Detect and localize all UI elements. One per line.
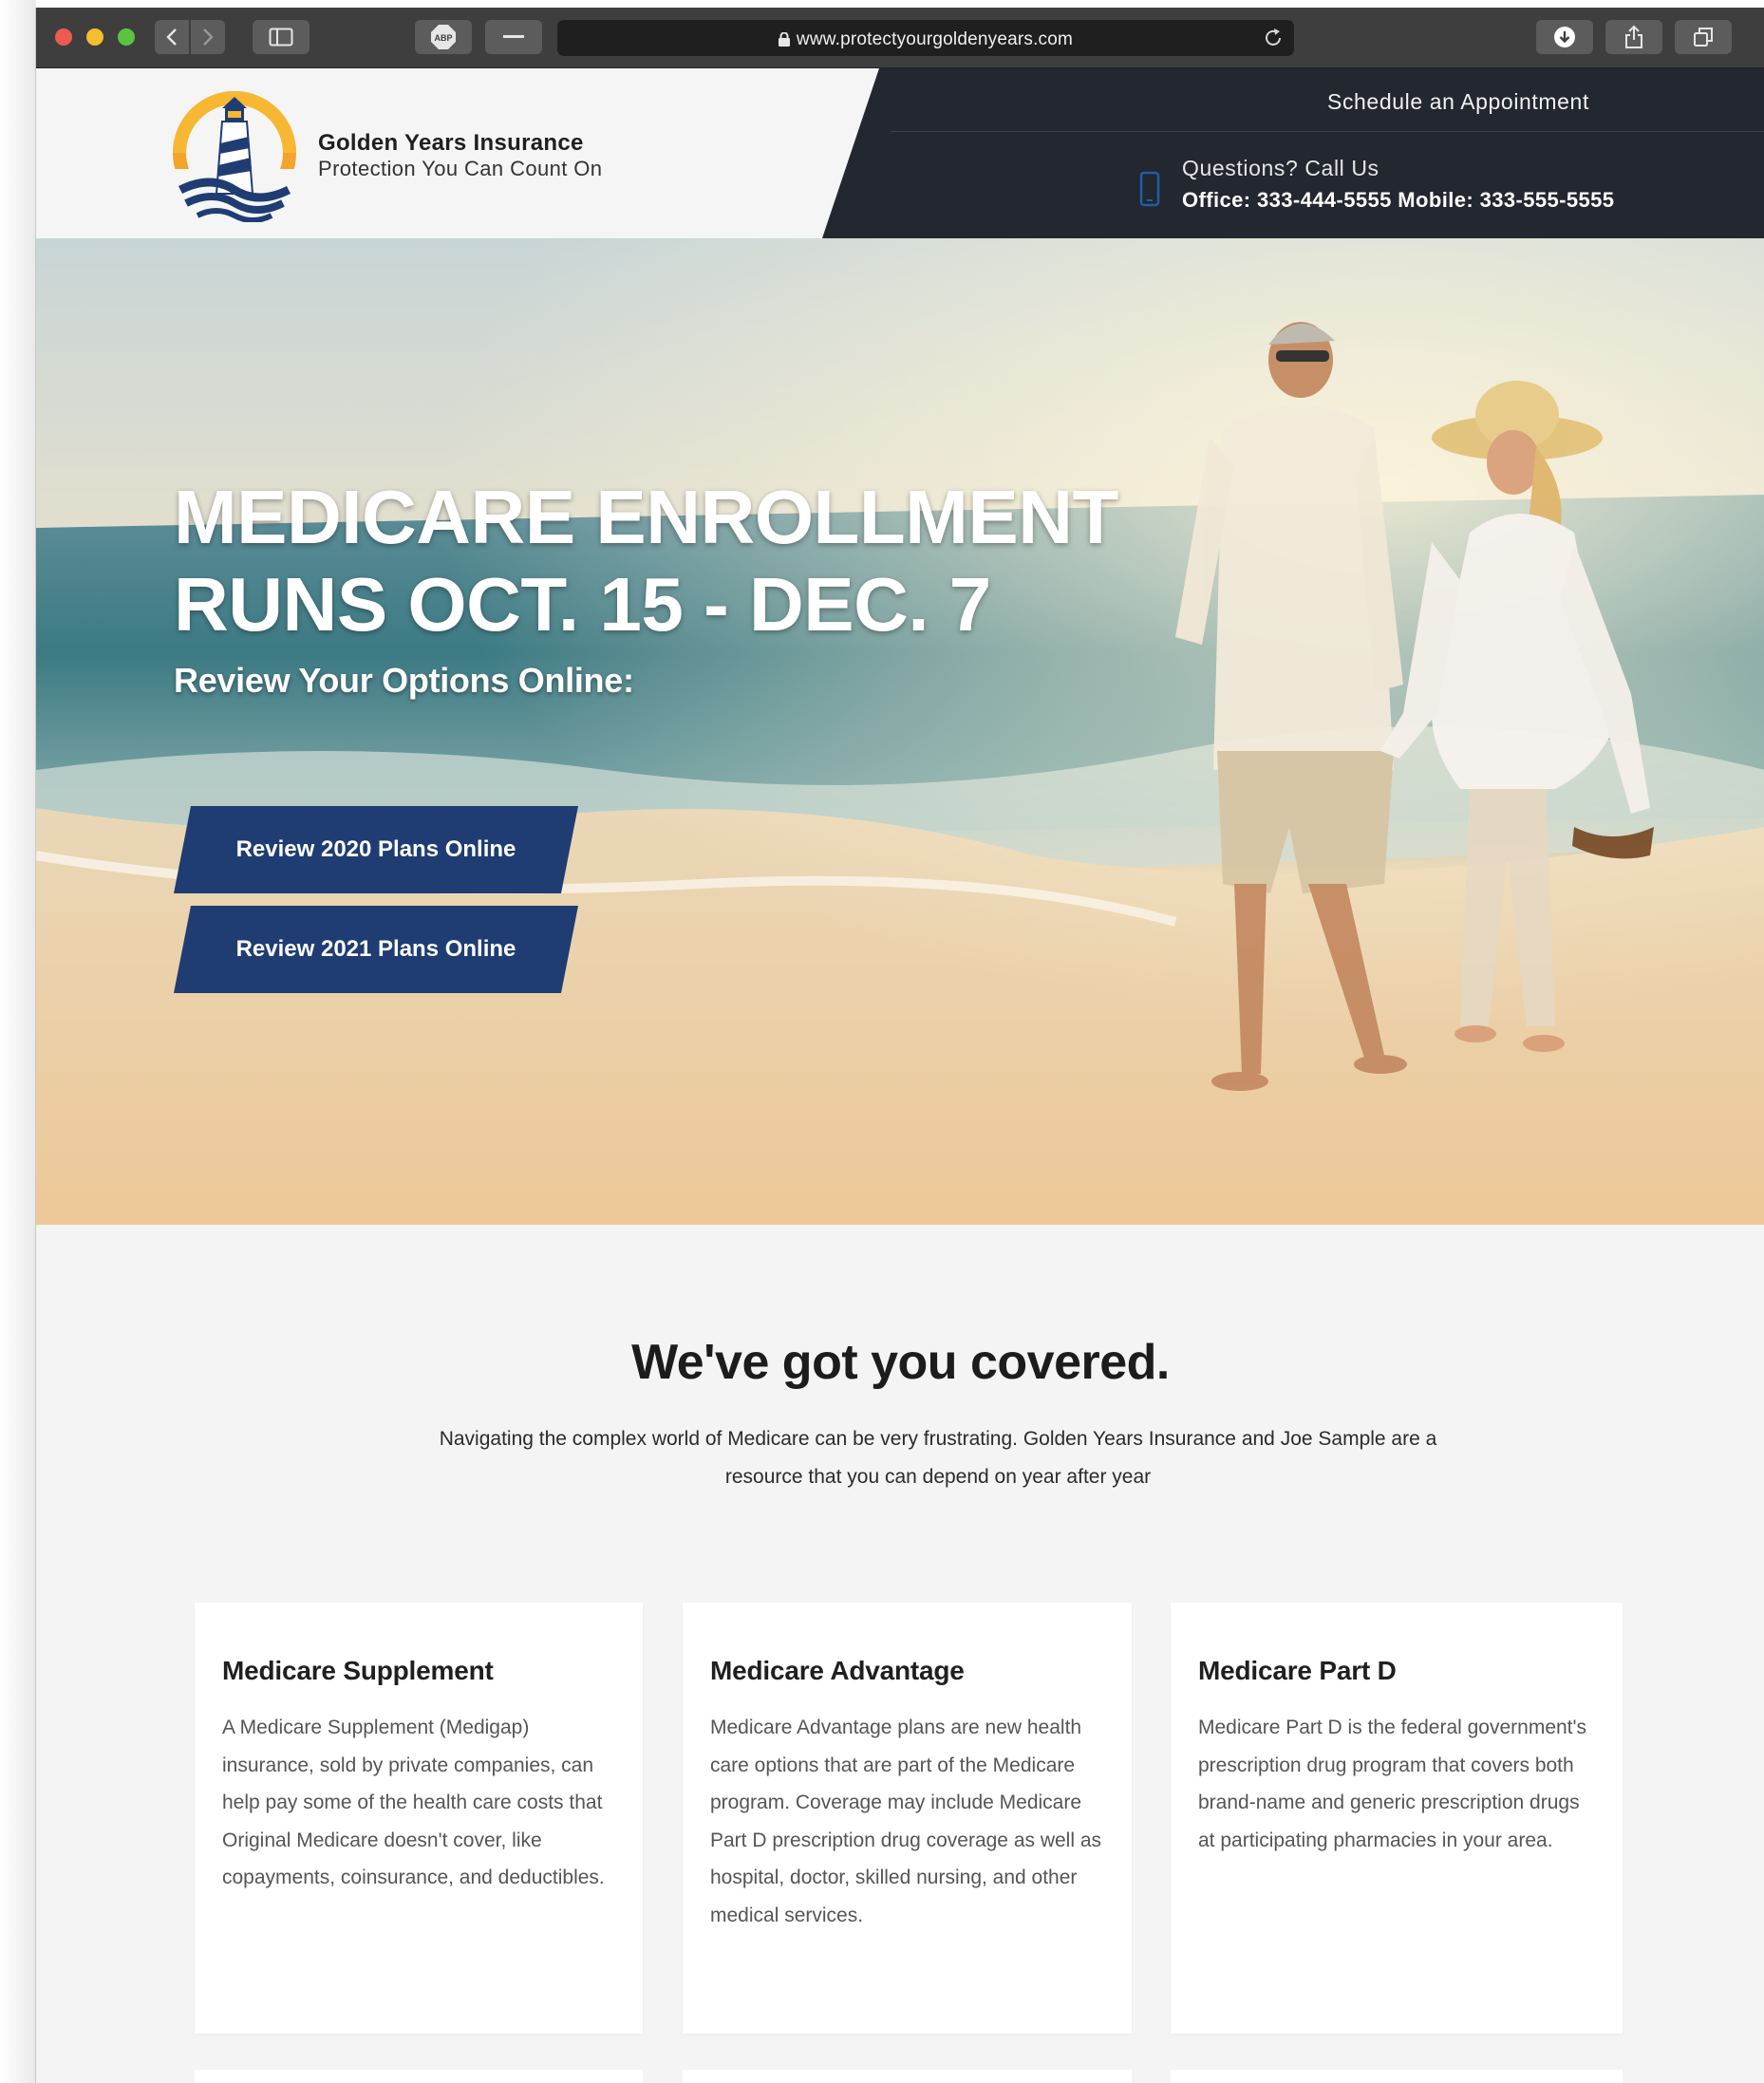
next-row-card xyxy=(683,2070,1132,2083)
browser-toolbar: ABP www.protectyourgoldenyears.com xyxy=(36,8,1764,68)
hero-title-line2: RUNS OCT. 15 - DEC. 7 xyxy=(174,562,991,647)
card-text: Medicare Advantage plans are new health … xyxy=(710,1717,1102,1926)
forward-button[interactable] xyxy=(191,20,225,54)
hero-subtitle: Review Your Options Online: xyxy=(174,661,634,700)
hero-title: MEDICARE ENROLLMENT RUNS OCT. 15 - DEC. … xyxy=(174,474,1118,648)
back-icon xyxy=(166,28,177,46)
card-title: Medicare Supplement xyxy=(222,1656,494,1685)
forward-icon xyxy=(203,28,214,46)
close-window-button[interactable] xyxy=(55,28,72,46)
adblock-button[interactable]: ABP xyxy=(415,20,472,54)
header-contact-panel xyxy=(822,68,1764,238)
sidebar-button[interactable] xyxy=(253,20,310,54)
share-button[interactable] xyxy=(1605,20,1662,54)
minus-button[interactable] xyxy=(485,20,542,54)
site-header: Golden Years Insurance Protection You Ca… xyxy=(36,68,1764,238)
card-text: A Medicare Supplement (Medigap) insuranc… xyxy=(222,1717,605,1888)
lock-icon xyxy=(778,32,790,47)
section-title: We've got you covered. xyxy=(631,1335,1170,1390)
svg-text:ABP: ABP xyxy=(434,33,452,43)
next-row-card xyxy=(195,2070,643,2083)
hero-banner: MEDICARE ENROLLMENT RUNS OCT. 15 - DEC. … xyxy=(36,238,1764,1225)
card-medicare-supplement[interactable]: Medicare Supplement A Medicare Supplemen… xyxy=(195,1603,643,2034)
questions-label: Questions? Call Us xyxy=(1182,156,1379,180)
download-icon xyxy=(1554,27,1575,47)
review-2020-plans-button[interactable]: Review 2020 Plans Online xyxy=(174,806,578,893)
tabs-icon xyxy=(1694,28,1713,47)
reload-icon[interactable] xyxy=(1262,27,1285,49)
abp-icon: ABP xyxy=(431,25,456,49)
phone-icon xyxy=(1139,171,1160,207)
browser-window: ABP www.protectyourgoldenyears.com Golde… xyxy=(35,8,1764,2083)
zoom-window-button[interactable] xyxy=(118,28,135,46)
section-intro: Navigating the complex world of Medicare… xyxy=(439,1428,1437,1488)
card-title: Medicare Advantage xyxy=(710,1656,965,1685)
back-button[interactable] xyxy=(155,20,189,54)
phone-numbers[interactable]: Office: 333-444-5555 Mobile: 333-555-555… xyxy=(1182,188,1614,213)
card-medicare-advantage[interactable]: Medicare Advantage Medicare Advantage pl… xyxy=(683,1603,1132,2034)
next-row-card xyxy=(1171,2070,1623,2083)
beach-couple-photo xyxy=(36,238,1764,1225)
brand-name[interactable]: Golden Years Insurance xyxy=(318,130,584,157)
share-icon xyxy=(1625,25,1642,48)
card-medicare-part-d[interactable]: Medicare Part D Medicare Part D is the f… xyxy=(1171,1603,1623,2034)
url-display[interactable]: www.protectyourgoldenyears.com xyxy=(557,29,1294,50)
sidebar-icon xyxy=(269,28,293,47)
address-bar[interactable]: www.protectyourgoldenyears.com xyxy=(557,20,1294,56)
header-divider xyxy=(891,131,1764,132)
minimize-window-button[interactable] xyxy=(86,28,103,46)
brand-tagline: Protection You Can Count On xyxy=(318,157,603,180)
review-2021-plans-button[interactable]: Review 2021 Plans Online xyxy=(174,906,578,993)
card-title: Medicare Part D xyxy=(1198,1656,1397,1685)
hero-title-line1: MEDICARE ENROLLMENT xyxy=(174,475,1118,559)
minus-icon xyxy=(503,35,524,38)
window-shadow xyxy=(0,0,36,2083)
download-button[interactable] xyxy=(1536,20,1593,54)
tabs-button[interactable] xyxy=(1675,20,1732,54)
url-text: www.protectyourgoldenyears.com xyxy=(796,29,1074,49)
schedule-appointment-link[interactable]: Schedule an Appointment xyxy=(1327,89,1589,115)
lighthouse-logo[interactable] xyxy=(173,91,296,222)
card-text: Medicare Part D is the federal governmen… xyxy=(1198,1717,1587,1851)
